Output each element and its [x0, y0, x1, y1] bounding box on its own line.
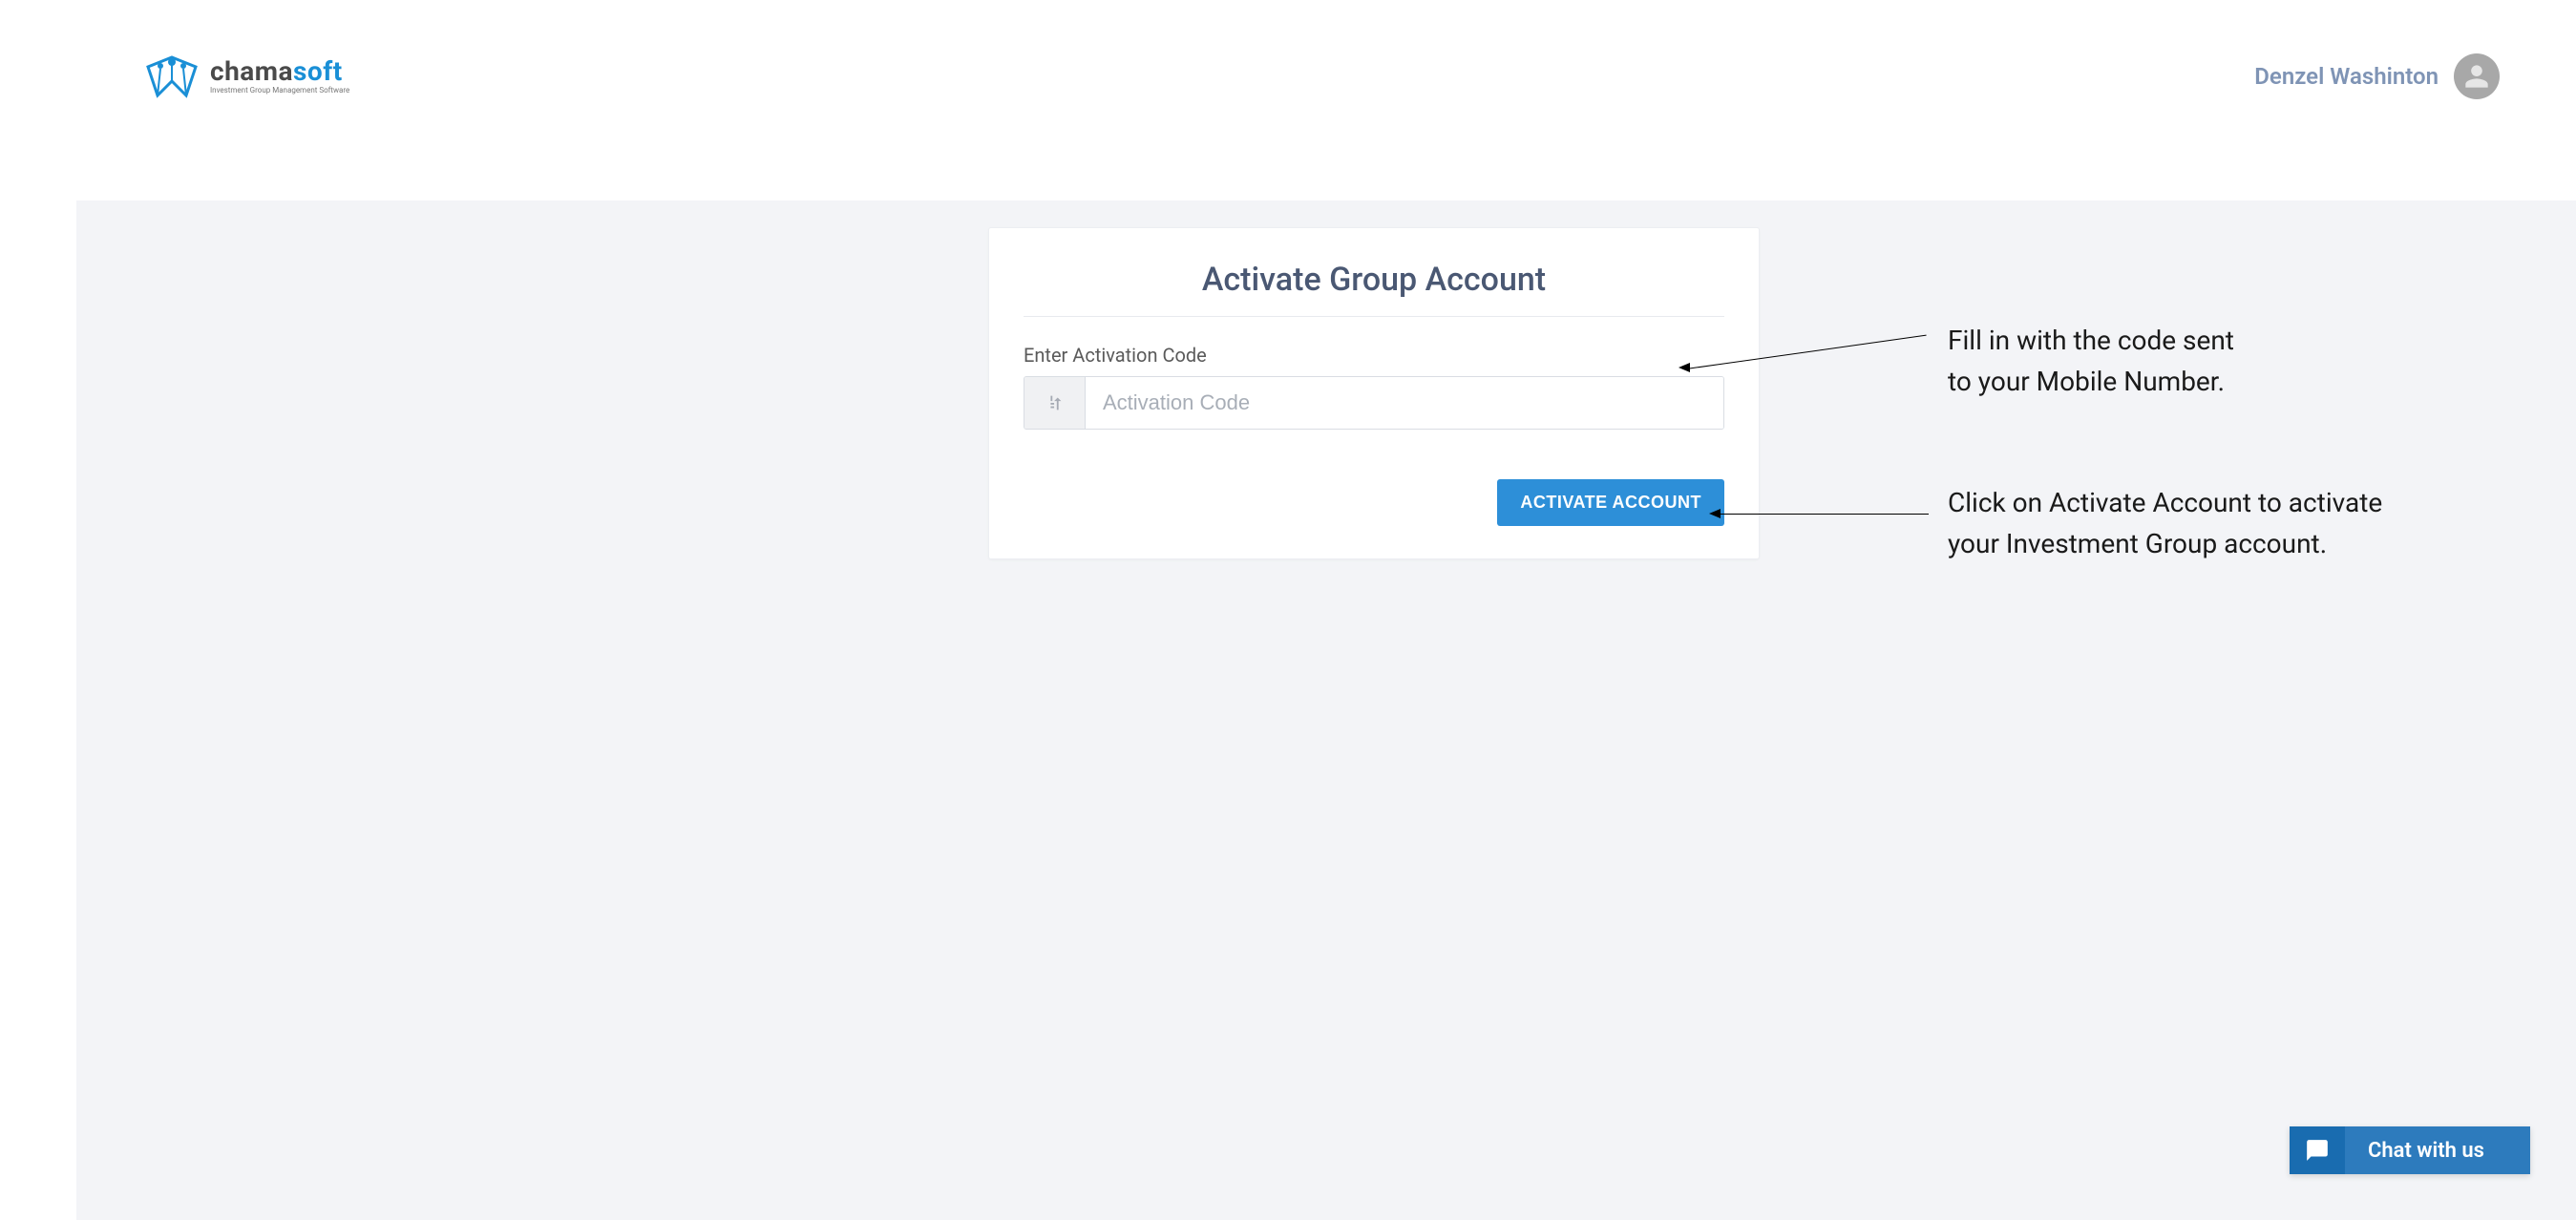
- activate-account-button[interactable]: ACTIVATE ACCOUNT: [1497, 479, 1724, 526]
- annotation-button: Click on Activate Account to activate yo…: [1948, 482, 2382, 565]
- arrow-head-icon: [1679, 363, 1690, 372]
- annotation-text: Click on Activate Account to activate: [1948, 482, 2382, 523]
- chat-widget-label: Chat with us: [2345, 1126, 2530, 1174]
- activation-card: Activate Group Account Enter Activation …: [988, 227, 1760, 559]
- annotation-text: your Investment Group account.: [1948, 523, 2382, 564]
- activation-code-input[interactable]: [1086, 377, 1723, 429]
- activation-code-label: Enter Activation Code: [1024, 344, 1724, 367]
- chat-widget[interactable]: Chat with us: [2290, 1126, 2530, 1174]
- annotation-text: Fill in with the code sent: [1948, 320, 2234, 361]
- annotation-input: Fill in with the code sent to your Mobil…: [1948, 320, 2234, 403]
- annotation-arrow: [1719, 514, 1929, 515]
- annotation-text: to your Mobile Number.: [1948, 361, 2234, 402]
- chat-bubble-icon: [2290, 1126, 2345, 1174]
- arrow-head-icon: [1709, 509, 1721, 518]
- activation-code-input-group: [1024, 376, 1724, 430]
- sort-numeric-icon: [1024, 377, 1086, 429]
- card-title: Activate Group Account: [1024, 251, 1724, 317]
